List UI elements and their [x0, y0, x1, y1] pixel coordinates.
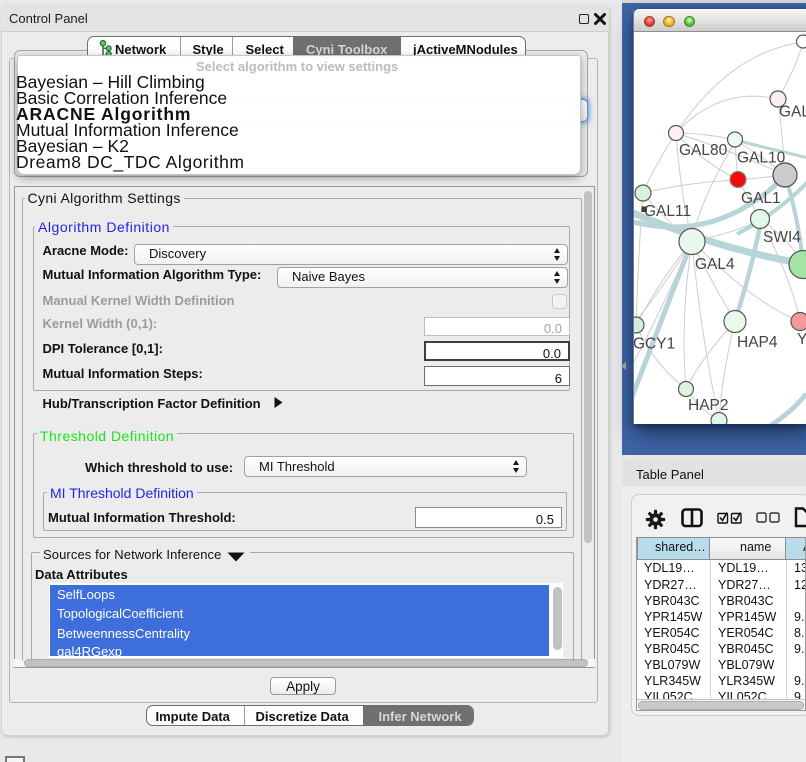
svg-text:Y: Y — [797, 331, 806, 348]
svg-text:GAL4: GAL4 — [695, 256, 735, 273]
svg-text:GAL11: GAL11 — [644, 203, 691, 220]
svg-text:GCY1: GCY1 — [634, 336, 675, 353]
svg-text:GAL10: GAL10 — [737, 150, 786, 167]
svg-text:GAL1: GAL1 — [741, 190, 781, 207]
svg-text:SWI4: SWI4 — [763, 229, 801, 246]
svg-text:HAP2: HAP2 — [688, 397, 729, 414]
svg-text:HAP4: HAP4 — [737, 334, 778, 351]
svg-text:GAL7: GAL7 — [779, 104, 806, 121]
svg-text:GAL80: GAL80 — [679, 142, 728, 159]
